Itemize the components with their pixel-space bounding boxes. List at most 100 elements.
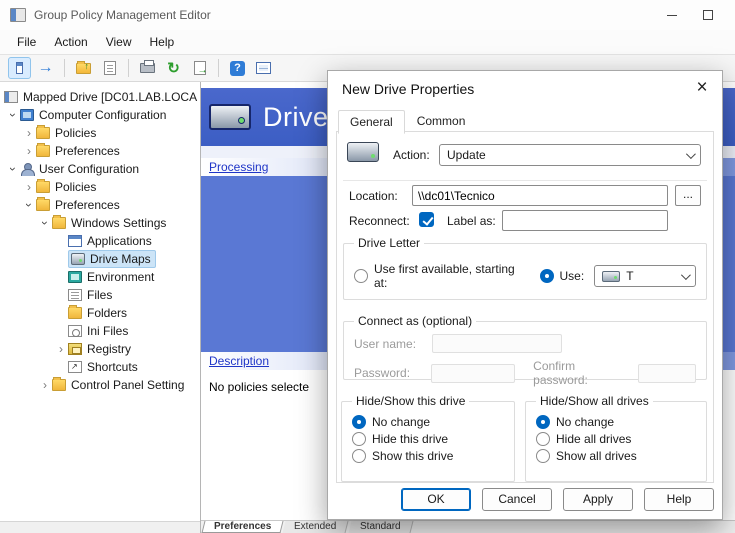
label-as-input[interactable] [502,210,668,231]
this-no-change-radio[interactable] [352,415,366,429]
toolbar-separator [64,59,65,77]
help-button[interactable]: Help [644,488,714,511]
tree-item-label: Policies [55,180,96,194]
tree-item-computer-configuration[interactable]: › Computer Configuration [0,106,200,124]
horizontal-scrollbar[interactable] [0,521,200,533]
action-select[interactable]: Update [439,144,701,166]
menu-action[interactable]: Action [45,32,96,52]
chevron-right-icon[interactable]: › [22,145,36,157]
location-input[interactable] [412,185,668,206]
drive-icon [71,253,85,265]
tree-item-label: Control Panel Setting [71,378,184,392]
chevron-down-icon [686,149,696,159]
cancel-button[interactable]: Cancel [482,488,552,511]
chevron-down-icon[interactable]: › [7,108,19,122]
tree-item-user-policies[interactable]: › Policies [0,178,200,196]
all-no-change-label: No change [556,415,614,429]
tree-item-windows-settings[interactable]: › Windows Settings [0,214,200,232]
menu-view[interactable]: View [97,32,141,52]
banner-title: Drive [263,102,329,133]
tree-item-drive-maps[interactable]: › Drive Maps [0,250,200,268]
drive-letter-select[interactable]: T [594,265,696,287]
menu-bar: File Action View Help [0,30,735,54]
tree-item-folders[interactable]: › Folders [0,304,200,322]
hide-all-drives-radio[interactable] [536,432,550,446]
printer-icon[interactable] [136,57,159,79]
tab-preferences[interactable]: Preferences [202,521,284,533]
dialog-buttons: OK Cancel Apply Help [401,488,714,511]
close-icon[interactable]: × [690,77,714,101]
tree-item-label: Mapped Drive [DC01.LAB.LOCA [23,90,197,104]
menu-file[interactable]: File [8,32,45,52]
ini-files-icon [68,325,82,337]
export-icon[interactable] [188,57,211,79]
chevron-down-icon[interactable]: › [23,198,35,212]
tab-common[interactable]: Common [405,109,478,133]
toolbar-separator [218,59,219,77]
up-folder-icon[interactable]: ↑ [72,57,95,79]
chevron-down-icon[interactable]: › [7,162,19,176]
tree-item-computer-policies[interactable]: › Policies [0,124,200,142]
tab-standard[interactable]: Standard [348,521,413,533]
clipboard-icon[interactable] [98,57,121,79]
hide-this-drive-radio[interactable] [352,432,366,446]
chevron-right-icon[interactable]: › [38,379,52,391]
refresh-icon[interactable]: ↻ [162,57,185,79]
hide-show-all-drives-group: Hide/Show all drives No change Hide all … [525,394,707,482]
tree-item-files[interactable]: › Files [0,286,200,304]
console-window-icon[interactable] [8,57,31,79]
tree-item-label: Windows Settings [71,216,166,230]
reconnect-checkbox[interactable] [419,212,434,227]
use-first-available-radio[interactable] [354,269,368,283]
use-first-available-label: Use first available, starting at: [374,262,528,290]
label-as-label: Label as: [447,214,496,228]
reconnect-label: Reconnect: [349,214,410,228]
tree-item-user-configuration[interactable]: › User Configuration [0,160,200,178]
view-tabs: Preferences Extended Standard [201,520,735,533]
tree-item-user-preferences[interactable]: › Preferences [0,196,200,214]
tree-item-computer-preferences[interactable]: › Preferences [0,142,200,160]
maximize-icon[interactable] [703,10,713,20]
this-no-change-label: No change [372,415,430,429]
action-select-value: Update [447,148,486,162]
user-name-input [432,334,562,353]
all-no-change-radio[interactable] [536,415,550,429]
apply-button[interactable]: Apply [563,488,633,511]
gpme-window: Group Policy Management Editor File Acti… [0,0,735,533]
new-drive-properties-dialog: New Drive Properties × General Common Ac… [327,70,723,520]
tree-item-label: Ini Files [87,324,128,338]
show-this-drive-radio[interactable] [352,449,366,463]
tree-item-environment[interactable]: › Environment [0,268,200,286]
tree-item-label: Policies [55,126,96,140]
browse-button[interactable]: ... [675,185,701,206]
minimize-icon[interactable] [667,15,677,16]
table-view-icon[interactable] [252,57,275,79]
tab-general[interactable]: General [338,110,405,134]
show-all-drives-radio[interactable] [536,449,550,463]
shortcut-icon [68,361,82,373]
chevron-right-icon[interactable]: › [22,181,36,193]
tree-item-ini-files[interactable]: › Ini Files [0,322,200,340]
confirm-password-input [638,364,696,383]
registry-icon [68,343,82,355]
menu-help[interactable]: Help [141,32,184,52]
open-folder-icon [52,217,66,229]
tree-item-control-panel-settings[interactable]: › Control Panel Setting [0,376,200,394]
tab-extended[interactable]: Extended [283,521,349,533]
hide-show-this-drive-group: Hide/Show this drive No change Hide this… [341,394,515,482]
chevron-down-icon[interactable]: › [39,216,51,230]
description-link[interactable]: Description [209,354,269,368]
ok-button[interactable]: OK [401,488,471,511]
folder-icon [36,145,50,157]
tree-item-applications[interactable]: › Applications [0,232,200,250]
tree-item-mapped-drive-root[interactable]: Mapped Drive [DC01.LAB.LOCA [0,88,200,106]
forward-arrow-icon[interactable]: → [34,57,57,79]
tree-item-registry[interactable]: › Registry [0,340,200,358]
chevron-right-icon[interactable]: › [22,127,36,139]
tree-item-shortcuts[interactable]: › Shortcuts [0,358,200,376]
processing-link[interactable]: Processing [209,160,268,174]
chevron-right-icon[interactable]: › [54,343,68,355]
help-icon[interactable]: ? [226,57,249,79]
use-radio[interactable] [540,269,554,283]
general-tab-page: Action: Update Location: ... Reconnect: … [336,131,714,483]
